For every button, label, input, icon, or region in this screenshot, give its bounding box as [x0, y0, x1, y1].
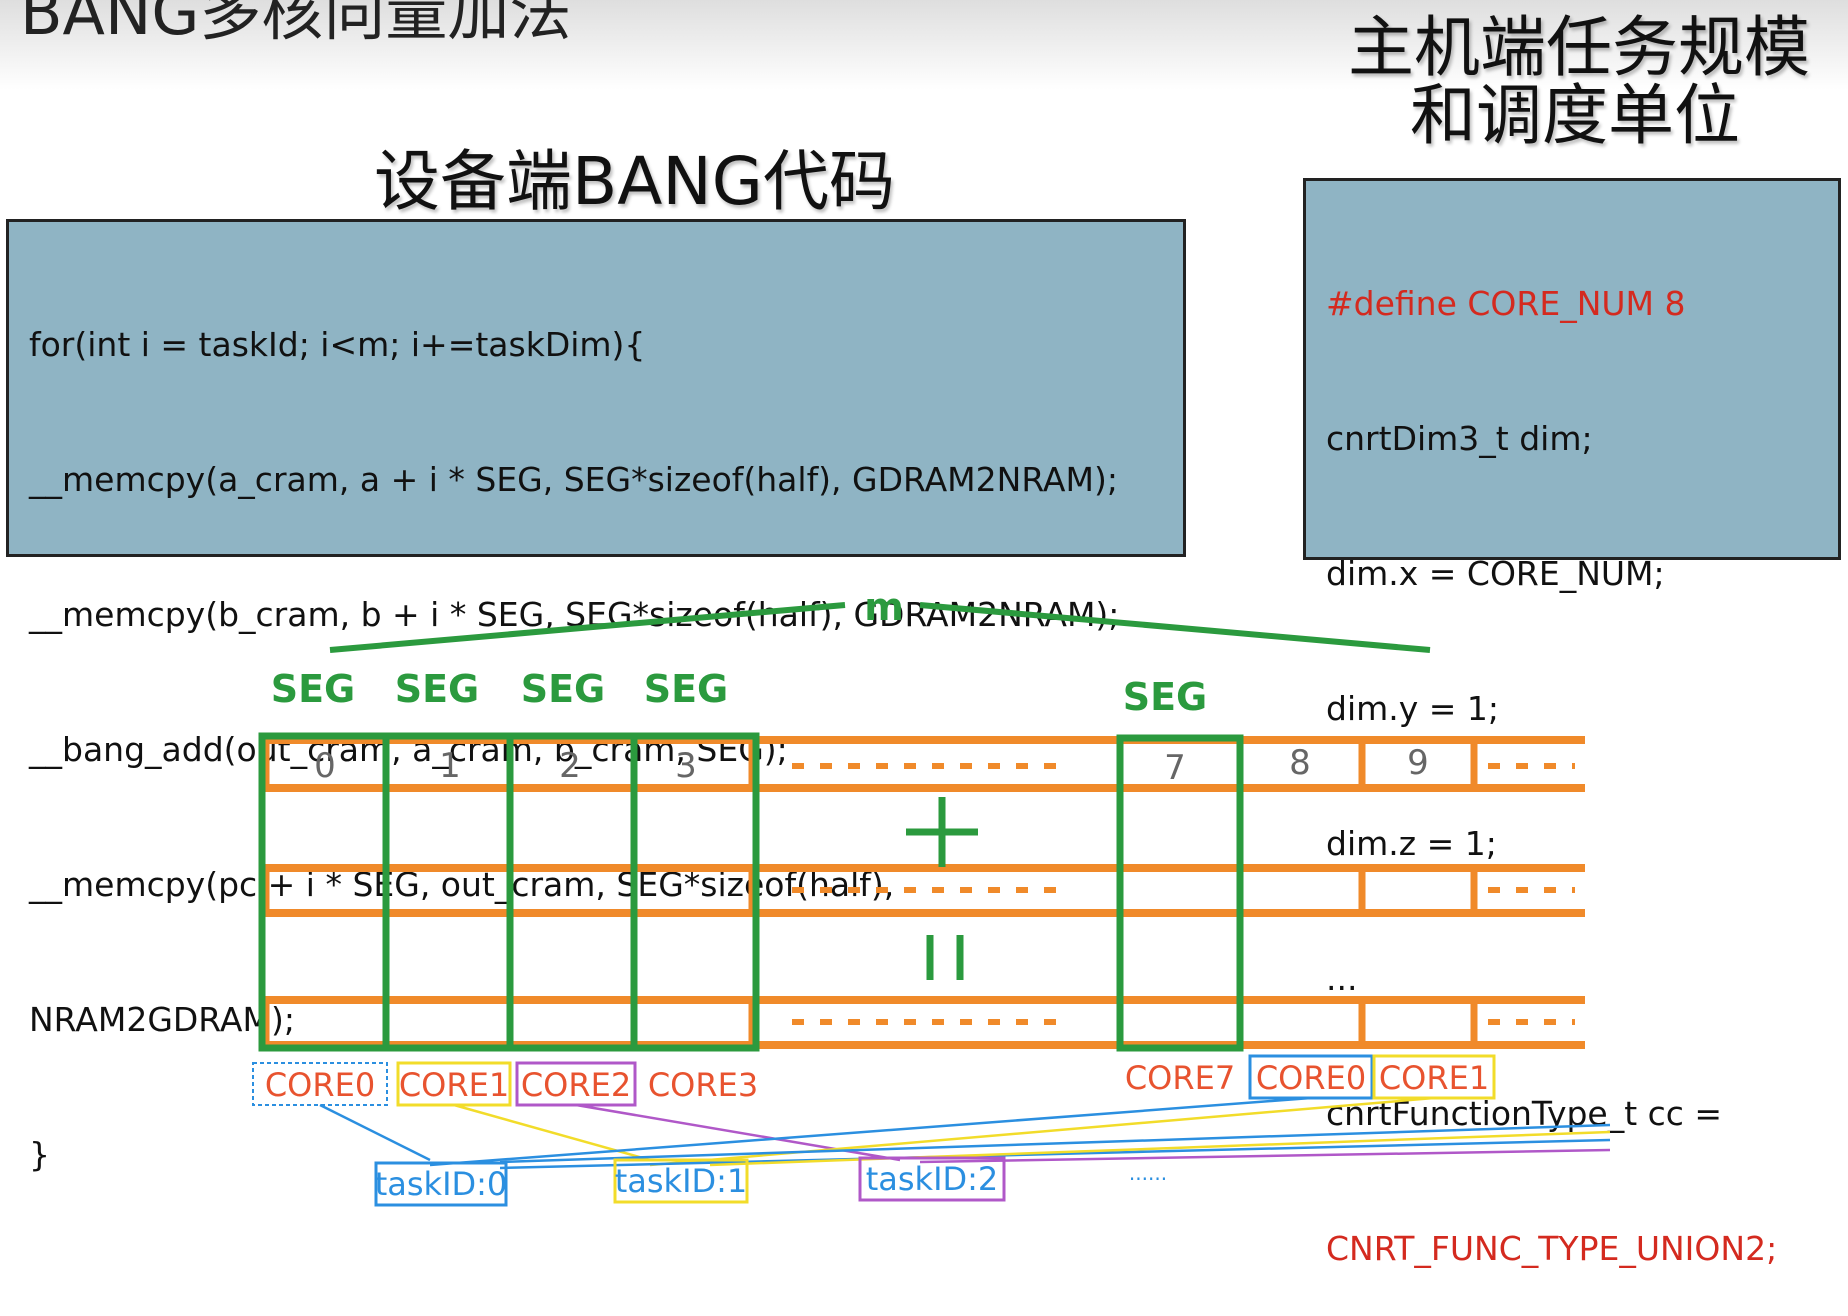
cell-index: 3 [675, 746, 697, 786]
array-c [262, 996, 1585, 1049]
plus-sign [906, 797, 978, 867]
core-label: CORE0 [1256, 1059, 1366, 1097]
core-label: CORE3 [648, 1066, 758, 1104]
cell-index: 9 [1407, 743, 1429, 783]
host-code-union: CNRT_FUNC_TYPE_UNION2; [1326, 1229, 1778, 1268]
cell-index: 1 [439, 746, 461, 786]
core-label: CORE2 [521, 1066, 631, 1104]
seg-label: SEG [521, 667, 606, 711]
core-label: CORE1 [1379, 1059, 1489, 1097]
vector-add-diagram: m SEG SEG SEG SEG SEG 0 1 2 3 7 8 9 CORE… [252, 585, 1611, 1207]
task-label: taskID:0 [375, 1165, 508, 1203]
seg-label: SEG [271, 667, 356, 711]
cell-index: 8 [1289, 743, 1311, 783]
task-label: taskID:2 [866, 1160, 999, 1198]
core-label: CORE0 [265, 1066, 375, 1104]
seg-label: SEG [395, 667, 480, 711]
seg-label: SEG [1123, 675, 1208, 719]
cell-index: 0 [314, 746, 336, 786]
array-b [262, 864, 1585, 917]
core-label: CORE7 [1125, 1059, 1235, 1097]
task-ellipsis: ...... [1129, 1161, 1167, 1185]
core-label: CORE1 [399, 1066, 509, 1104]
cell-index: 2 [559, 746, 581, 786]
m-brace-right [919, 602, 1431, 653]
m-brace-left [329, 602, 846, 653]
equals-sign [926, 935, 964, 980]
seg-label: SEG [644, 667, 729, 711]
cell-index: 7 [1164, 748, 1186, 788]
array-dashes [792, 763, 1575, 1025]
m-label: m [864, 585, 904, 629]
task-label: taskID:1 [615, 1162, 748, 1200]
